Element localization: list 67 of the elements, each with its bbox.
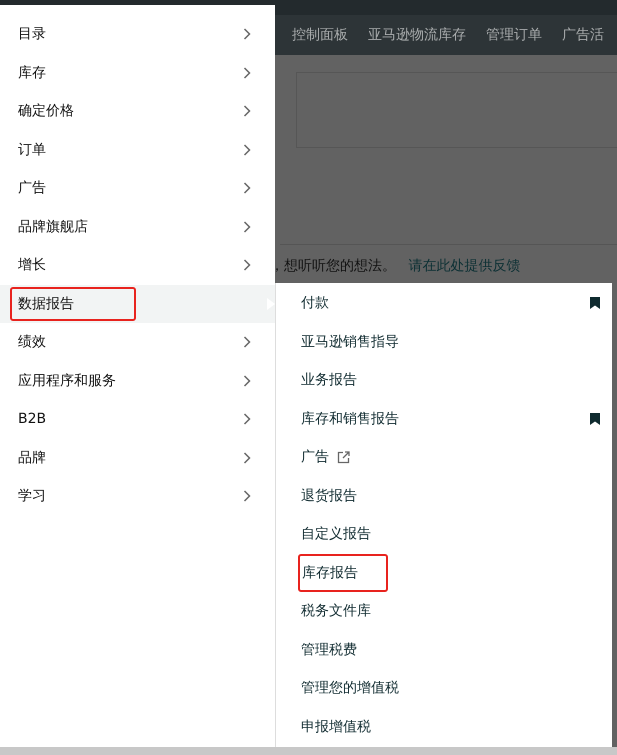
submenu-item[interactable]: 库存和销售报告 <box>276 400 612 438</box>
menu-item-label: 目录 <box>18 25 47 44</box>
chevron-right-icon <box>243 66 251 79</box>
chevron-right-icon <box>243 490 251 502</box>
menu-item[interactable]: 目录 <box>0 15 275 54</box>
submenu-item-label: 管理您的增值税 <box>301 679 399 698</box>
menu-item[interactable]: 确定价格 <box>0 92 275 130</box>
nav-link[interactable]: 管理订单 <box>486 26 542 44</box>
menu-item[interactable]: 数据报告 <box>0 284 275 323</box>
submenu-item[interactable]: 亚马逊销售指导 <box>276 322 612 361</box>
submenu-item-label: 管理税费 <box>301 640 357 659</box>
menu-item[interactable]: B2B <box>0 400 275 438</box>
menu-item-label: 品牌旗舰店 <box>18 218 89 236</box>
bookmark-icon[interactable] <box>590 297 600 310</box>
submenu-item-label: 库存和销售报告 <box>301 410 399 428</box>
menu-item-label: 数据报告 <box>10 286 136 321</box>
menu-item[interactable]: 品牌旗舰店 <box>0 208 275 246</box>
submenu-item[interactable]: 付款 <box>276 284 612 322</box>
chevron-right-icon <box>243 28 251 40</box>
submenu-item[interactable]: 管理您的增值税 <box>276 669 612 708</box>
menu-item[interactable]: 库存 <box>0 54 275 92</box>
menu-item-label: B2B <box>18 411 48 428</box>
submenu-item[interactable]: 广告 <box>276 438 612 476</box>
chevron-right-icon <box>243 374 251 387</box>
submenu-item[interactable]: 申报增值税 <box>276 708 612 746</box>
submenu-item-label: 申报增值税 <box>301 718 371 736</box>
chevron-right-icon <box>243 452 251 464</box>
chevron-right-icon <box>243 413 251 426</box>
submenu-item[interactable]: 自定义报告 <box>276 515 612 554</box>
chevron-right-icon <box>243 105 251 118</box>
submenu-item[interactable]: 退货报告 <box>276 476 612 515</box>
menu-item-label: 增长 <box>18 256 47 274</box>
submenu-item-label: 亚马逊销售指导 <box>301 332 399 351</box>
menu-item-label: 库存 <box>18 64 47 82</box>
menu-item-label: 订单 <box>18 140 47 159</box>
nav-link[interactable]: 控制面板 <box>292 26 348 44</box>
menu-item[interactable]: 绩效 <box>0 323 275 362</box>
chevron-right-icon <box>243 220 251 233</box>
submenu-item[interactable]: 业务报告 <box>276 361 612 400</box>
menu-item[interactable]: 应用程序和服务 <box>0 362 275 400</box>
bookmark-icon[interactable] <box>590 412 600 425</box>
chevron-right-icon <box>243 182 251 194</box>
menu-item-label: 确定价格 <box>18 102 75 120</box>
nav-link[interactable]: 亚马逊物流库存 <box>368 26 466 44</box>
submenu-item[interactable]: 管理税费 <box>276 630 612 669</box>
menu-item[interactable]: 学习 <box>0 477 275 516</box>
menu-item[interactable]: 品牌 <box>0 438 275 477</box>
menu-item-label: 品牌 <box>18 448 47 467</box>
submenu-item-label: 退货报告 <box>301 486 357 505</box>
submenu-item-label: 自定义报告 <box>301 525 371 544</box>
chevron-right-icon <box>243 144 251 156</box>
nav-link[interactable]: 广告活 <box>562 26 604 44</box>
chevron-right-icon <box>243 259 251 272</box>
submenu-item-label: 广告 <box>301 448 329 466</box>
submenu-item-label: 业务报告 <box>301 371 357 390</box>
menu-item[interactable]: 订单 <box>0 130 275 169</box>
menu-item-label: 应用程序和服务 <box>18 372 117 390</box>
submenu-item[interactable]: 税务文件库 <box>276 592 612 630</box>
menu-item-label: 广告 <box>18 179 47 198</box>
submenu-item-label: 库存报告 <box>298 554 388 592</box>
chevron-right-icon <box>243 336 251 348</box>
menu-item-label: 学习 <box>18 487 47 506</box>
menu-item-label: 绩效 <box>18 333 47 352</box>
submenu-item[interactable]: 库存报告 <box>276 554 612 592</box>
menu-item[interactable]: 广告 <box>0 169 275 208</box>
submenu-item-label: 税务文件库 <box>301 602 371 620</box>
submenu-item-label: 付款 <box>301 294 329 312</box>
